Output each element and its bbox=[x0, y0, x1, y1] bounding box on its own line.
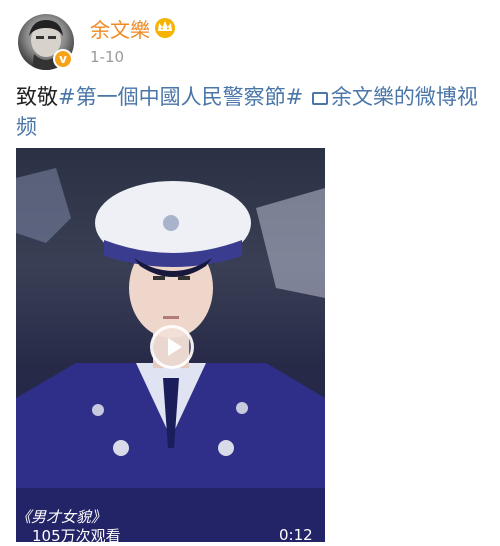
play-icon[interactable] bbox=[150, 325, 194, 369]
post-text: 致敬#第一個中國人民警察節# 余文樂的微博视频 bbox=[16, 82, 486, 142]
video-view-count: 105万次观看 bbox=[32, 527, 121, 545]
crown-icon bbox=[155, 18, 175, 38]
post-text-prefix: 致敬 bbox=[16, 85, 58, 109]
video-duration: 0:12 bbox=[279, 526, 313, 544]
video-player[interactable] bbox=[16, 148, 325, 542]
link-icon bbox=[311, 92, 328, 105]
post-time: 1-10 bbox=[90, 48, 125, 66]
video-overlay-title: 《男才女貌》 bbox=[16, 508, 107, 526]
verified-badge-icon: v bbox=[53, 49, 73, 69]
author-name[interactable]: 余文樂 bbox=[90, 14, 150, 43]
hashtag-link[interactable]: #第一個中國人民警察節# bbox=[58, 85, 303, 109]
